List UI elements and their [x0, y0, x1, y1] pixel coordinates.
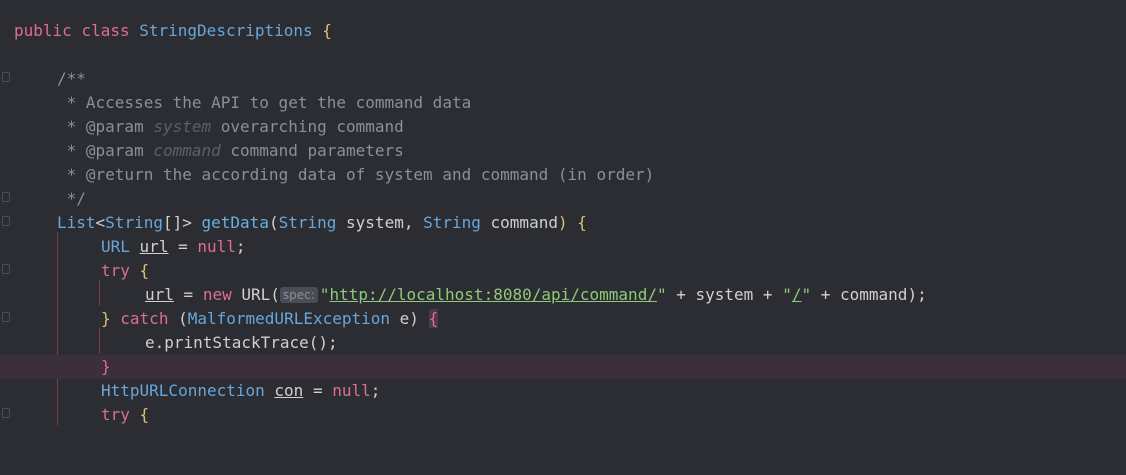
comment: */: [57, 189, 86, 208]
current-line[interactable]: }: [0, 355, 1126, 379]
variable: con: [274, 381, 304, 400]
brace: {: [139, 405, 150, 424]
comment: command parameters: [220, 141, 404, 160]
comment: /**: [57, 69, 86, 88]
param-name: command: [153, 141, 221, 160]
parameter: system: [346, 213, 404, 232]
operator: =: [303, 381, 333, 400]
code-line[interactable]: /**: [0, 67, 1126, 91]
parameter-hint: spec:: [279, 287, 318, 303]
type-name: String: [423, 213, 481, 232]
code-line[interactable]: List<String[]> getData(String system, St…: [0, 211, 1126, 235]
param-name: system: [153, 117, 212, 136]
operator: []>: [162, 213, 192, 232]
brace: {: [428, 309, 439, 328]
code-line[interactable]: url = new URL(spec: "http://localhost:808…: [0, 283, 1126, 307]
string-quote: ": [782, 285, 792, 304]
parameter: command: [490, 213, 558, 232]
keyword: new: [202, 285, 232, 304]
brace: {: [139, 261, 150, 280]
method-name: getData: [201, 213, 269, 232]
comment: the according data of system and command…: [162, 165, 655, 184]
brace: ) {: [557, 213, 587, 232]
code-line[interactable]: URL url = null;: [0, 235, 1126, 259]
comment: * @param: [57, 117, 154, 136]
comment: * @return: [57, 165, 163, 184]
keyword: catch: [120, 309, 169, 328]
keyword: try: [101, 405, 130, 424]
string-quote: ": [319, 285, 330, 304]
variable: e): [399, 309, 419, 328]
code-line[interactable]: } catch (MalformedURLException e) {: [0, 307, 1126, 331]
variable: url: [145, 285, 174, 304]
statement: e.printStackTrace();: [145, 333, 338, 352]
class-name: StringDescriptions: [139, 21, 313, 40]
code-line[interactable]: try {: [0, 403, 1126, 427]
brace: }: [101, 357, 111, 376]
type-name: MalformedURLException: [187, 309, 391, 328]
code-line[interactable]: HttpURLConnection con = null;: [0, 379, 1126, 403]
operator: =: [168, 237, 198, 256]
code-line[interactable]: try {: [0, 259, 1126, 283]
keyword: null: [332, 381, 371, 400]
type-name: URL: [101, 237, 130, 256]
code-line[interactable]: * @param command command parameters: [0, 139, 1126, 163]
comment: overarching command: [211, 117, 404, 136]
brace: }: [101, 309, 111, 328]
type-name: String: [278, 213, 337, 232]
semicolon: ;: [235, 237, 246, 256]
url-link[interactable]: http://localhost:8080/api/command/: [329, 285, 657, 304]
code-line[interactable]: */: [0, 187, 1126, 211]
variable: url: [139, 237, 169, 256]
comment: * Accesses the API to get the command da…: [57, 93, 472, 112]
code-line[interactable]: * Accesses the API to get the command da…: [0, 91, 1126, 115]
code-line[interactable]: * @param system overarching command: [0, 115, 1126, 139]
code-line[interactable]: e.printStackTrace();: [0, 331, 1126, 355]
type-name: List: [57, 213, 96, 232]
semicolon: ;: [370, 381, 381, 400]
keyword: public: [14, 21, 72, 40]
keyword: null: [197, 237, 236, 256]
code-editor[interactable]: public class StringDescriptions { /** * …: [0, 0, 1126, 425]
paren: (: [178, 309, 188, 328]
comment: * @param: [57, 141, 154, 160]
operator: <: [95, 213, 106, 232]
string-quote: ": [801, 285, 812, 304]
type-name: String: [105, 213, 163, 232]
constructor: URL(: [241, 285, 280, 304]
string-quote: ": [656, 285, 667, 304]
keyword: try: [101, 261, 130, 280]
expression: + command);: [811, 285, 927, 304]
expression: + system +: [666, 285, 783, 304]
code-line[interactable]: public class StringDescriptions {: [0, 19, 1126, 43]
operator: =: [173, 285, 203, 304]
brace: {: [322, 21, 332, 40]
type-name: HttpURLConnection: [101, 381, 265, 400]
keyword: class: [81, 21, 130, 40]
code-line[interactable]: * @return the according data of system a…: [0, 163, 1126, 187]
